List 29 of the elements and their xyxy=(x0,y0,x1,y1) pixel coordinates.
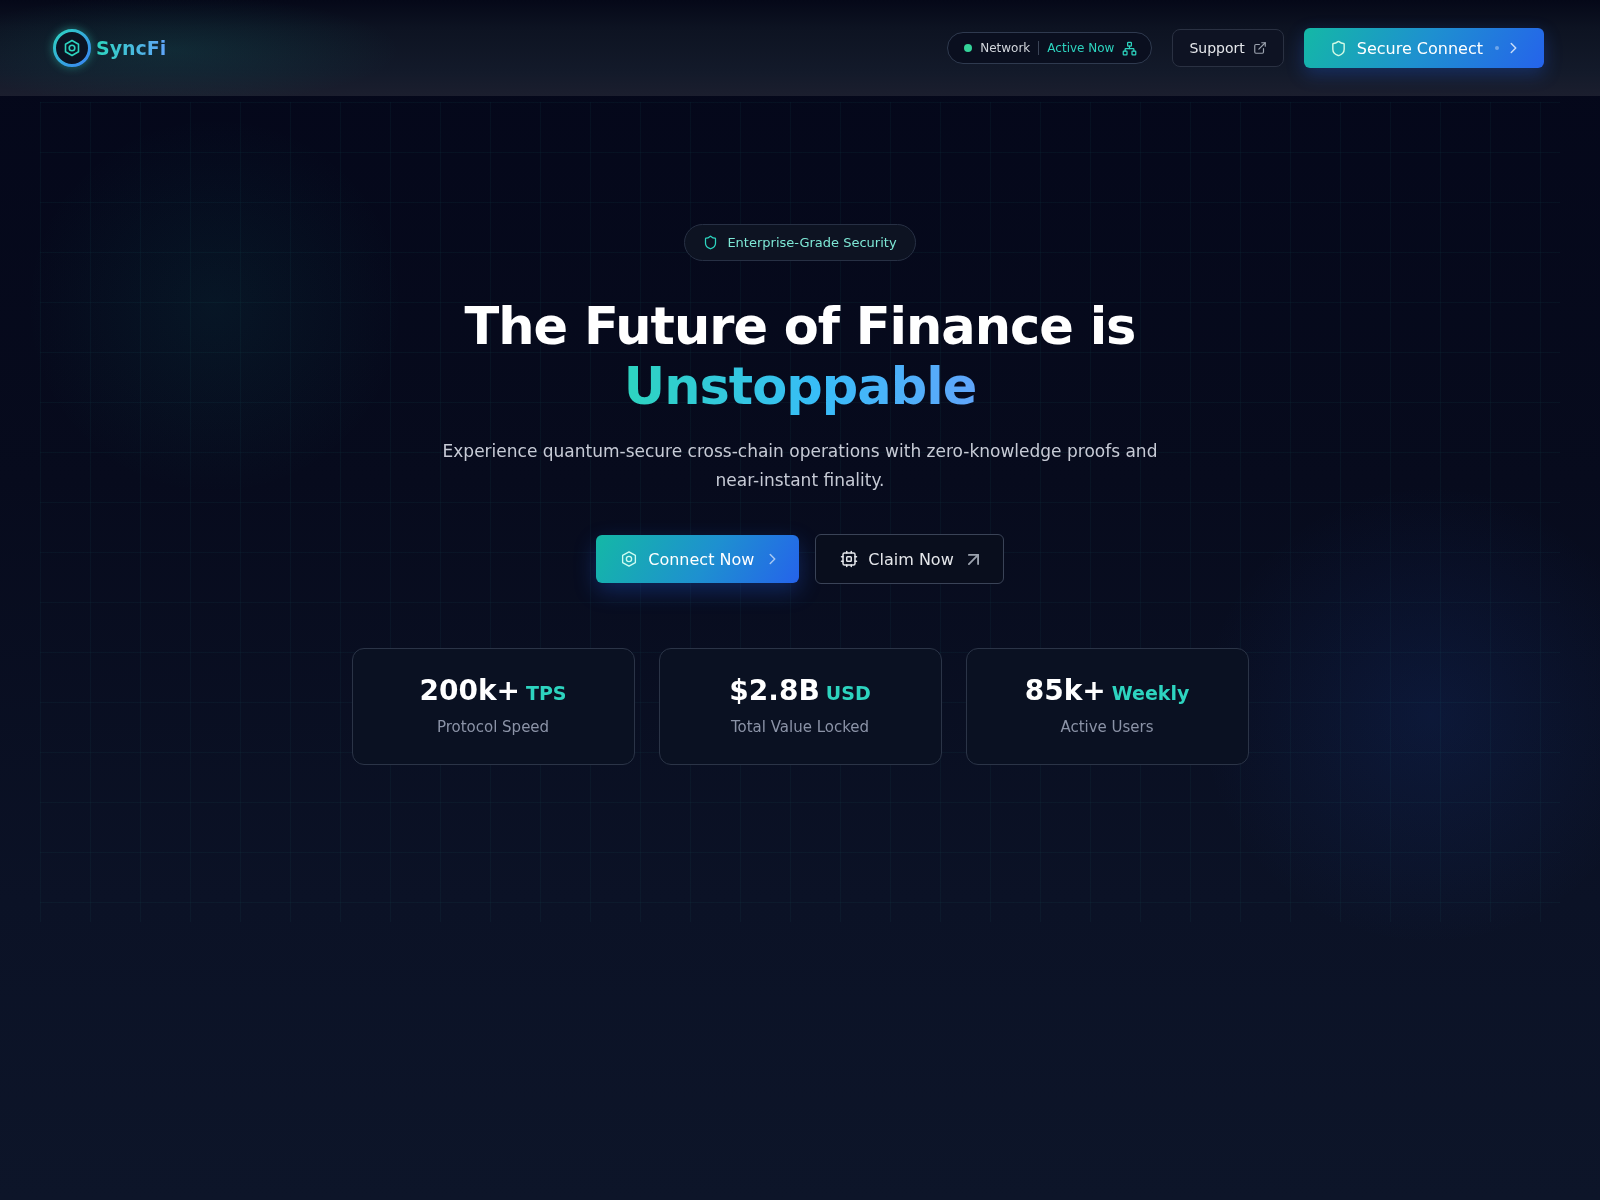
stat-unit: USD xyxy=(825,682,871,704)
connect-now-button[interactable]: Connect Now xyxy=(596,535,800,583)
network-status-text: Active Now xyxy=(1047,41,1115,55)
chip-icon xyxy=(840,550,859,568)
stat-label: Total Value Locked xyxy=(730,717,870,738)
hexagon-icon xyxy=(620,550,639,568)
chevron-right-icon xyxy=(768,553,778,565)
shield-icon xyxy=(1329,39,1347,57)
network-icon xyxy=(1122,40,1138,56)
hero-title: The Future of Finance is xyxy=(464,297,1136,357)
external-link-icon xyxy=(1252,41,1267,55)
stat-label: Protocol Speed xyxy=(436,717,550,738)
chevron-right-icon xyxy=(1509,42,1518,54)
dot-icon xyxy=(1495,46,1499,50)
shield-icon xyxy=(703,235,719,250)
stat-value: 200k+ xyxy=(419,673,520,709)
stat-value: 85k+ xyxy=(1024,673,1106,709)
network-label: Network xyxy=(980,41,1031,55)
stat-value: $2.8B xyxy=(729,673,820,709)
claim-now-button[interactable]: Claim Now xyxy=(815,534,1004,584)
stat-label: Active Users xyxy=(1060,717,1154,738)
stat-unit: Weekly xyxy=(1111,682,1190,704)
hero-subtitle: Experience quantum-secure cross-chain operations with zero-knowledge proofs and near-instant finality. xyxy=(441,440,1159,492)
stat-unit: TPS xyxy=(525,682,567,704)
arrow-up-right-icon xyxy=(967,553,979,565)
secure-connect-button[interactable]: Secure Connect xyxy=(1303,28,1544,68)
support-button[interactable]: Support xyxy=(1172,29,1284,67)
logo-icon[interactable] xyxy=(52,28,92,68)
badge-text: Enterprise-Grade Security xyxy=(727,235,897,250)
